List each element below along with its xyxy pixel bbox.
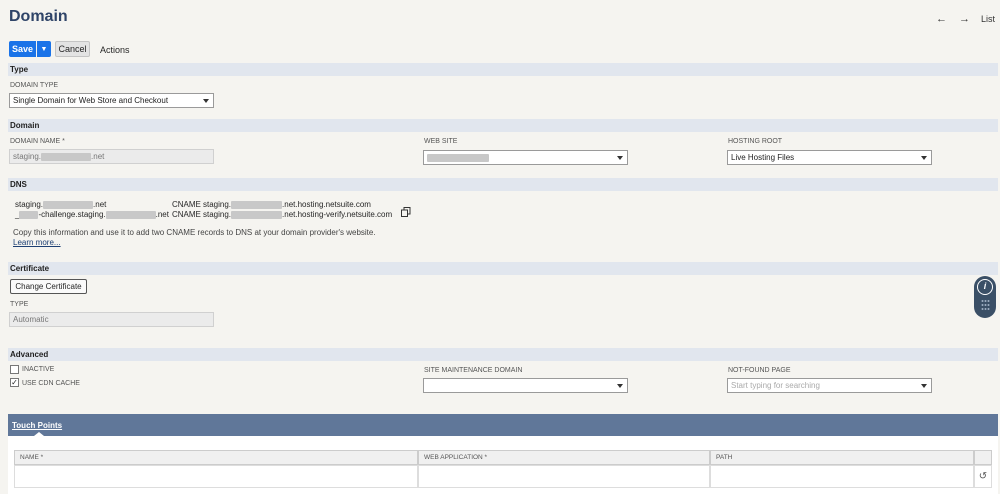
redacted-text — [105, 210, 156, 219]
dns-host-prefix: staging. — [15, 200, 44, 209]
site-maintenance-domain-select[interactable] — [423, 378, 628, 393]
learn-more-link[interactable]: Learn more... — [13, 238, 61, 247]
redacted-text — [19, 210, 39, 219]
table-cell-path[interactable] — [710, 465, 974, 488]
section-header-dns: DNS — [8, 178, 998, 191]
domain-name-label: DOMAIN NAME * — [10, 138, 65, 145]
column-header-path: PATH — [710, 450, 974, 465]
section-header-type: Type — [8, 63, 998, 76]
certificate-type-label: TYPE — [10, 301, 29, 308]
domain-type-select[interactable]: Single Domain for Web Store and Checkout — [9, 93, 214, 108]
redacted-text — [231, 210, 283, 219]
web-site-label: WEB SITE — [424, 138, 458, 145]
use-cdn-cache-checkbox[interactable]: ✓ — [10, 378, 19, 387]
cancel-button[interactable]: Cancel — [55, 41, 90, 57]
dropdown-caret-icon — [921, 384, 927, 388]
dns-target-prefix: staging. — [203, 200, 232, 209]
dropdown-caret-icon — [921, 156, 927, 160]
dns-row2-target: staging. .net.hosting-verify.netsuite.com — [203, 210, 392, 219]
dropdown-caret-icon — [617, 156, 623, 160]
not-found-page-select[interactable]: Start typing for searching — [727, 378, 932, 393]
domain-name-prefix: staging. — [13, 152, 42, 161]
caret-down-icon: ▼ — [40, 45, 48, 53]
hosting-root-label: HOSTING ROOT — [728, 138, 783, 145]
checkmark-icon: ✓ — [11, 377, 18, 387]
dns-target-prefix: staging. — [203, 210, 232, 219]
dns-host-suffix: .net — [93, 200, 107, 209]
page-title: Domain — [9, 8, 68, 25]
save-options-dropdown-button[interactable]: ▼ — [37, 41, 51, 57]
section-header-advanced: Advanced — [8, 348, 998, 361]
table-cell-name[interactable] — [14, 465, 418, 488]
actions-menu[interactable]: Actions — [100, 45, 130, 55]
certificate-type-field: Automatic — [9, 312, 214, 327]
copy-icon[interactable] — [401, 204, 411, 222]
dropdown-caret-icon — [203, 99, 209, 103]
dns-target-suffix: .net.hosting.netsuite.com — [282, 200, 371, 209]
previous-record-arrow-icon[interactable]: ← — [936, 13, 947, 25]
info-icon[interactable]: i — [977, 279, 993, 295]
domain-type-label: DOMAIN TYPE — [10, 82, 59, 89]
domain-name-field: staging. .net — [9, 149, 214, 164]
dropdown-caret-icon — [617, 384, 623, 388]
web-site-select[interactable] — [423, 150, 628, 165]
inactive-checkbox[interactable] — [10, 365, 19, 374]
grip-dots-icon[interactable] — [981, 299, 990, 313]
inactive-label: INACTIVE — [22, 366, 55, 373]
section-header-domain: Domain — [8, 119, 998, 132]
redacted-text — [231, 200, 283, 209]
undo-icon[interactable]: ↺ — [974, 465, 992, 488]
column-header-web-application: WEB APPLICATION * — [418, 450, 710, 465]
redacted-text — [427, 153, 489, 162]
site-maintenance-domain-label: SITE MAINTENANCE DOMAIN — [424, 367, 523, 374]
use-cdn-cache-label: USE CDN CACHE — [22, 380, 80, 387]
section-header-certificate: Certificate — [8, 262, 998, 275]
dns-row1-type: CNAME — [172, 200, 201, 209]
dns-row1-target: staging. .net.hosting.netsuite.com — [203, 200, 371, 209]
hosting-root-value: Live Hosting Files — [731, 153, 795, 162]
dns-row2-host: _ -challenge.staging. .net — [15, 210, 169, 219]
hosting-root-select[interactable]: Live Hosting Files — [727, 150, 932, 165]
column-header-actions — [974, 450, 992, 465]
list-link[interactable]: List — [981, 14, 995, 24]
help-widget[interactable]: i — [974, 276, 996, 318]
tab-touch-points[interactable]: Touch Points — [12, 421, 62, 430]
dns-row1-host: staging. .net — [15, 200, 106, 209]
dns-host-suffix: .net — [155, 210, 169, 219]
dns-row2-type: CNAME — [172, 210, 201, 219]
next-record-arrow-icon[interactable]: → — [959, 13, 970, 25]
not-found-page-placeholder: Start typing for searching — [731, 381, 820, 390]
redacted-text — [43, 200, 94, 209]
dns-host-mid: -challenge.staging. — [38, 210, 106, 219]
column-header-name: NAME * — [14, 450, 418, 465]
table-cell-web-application[interactable] — [418, 465, 710, 488]
redacted-text — [41, 152, 92, 161]
dns-info-text: Copy this information and use it to add … — [13, 228, 376, 237]
save-button[interactable]: Save — [9, 41, 36, 57]
not-found-page-label: NOT-FOUND PAGE — [728, 367, 791, 374]
touch-points-subtab-bar: Touch Points — [8, 414, 998, 436]
domain-type-value: Single Domain for Web Store and Checkout — [13, 96, 169, 105]
change-certificate-button[interactable]: Change Certificate — [10, 279, 87, 294]
domain-name-suffix: .net — [91, 152, 105, 161]
dns-target-suffix: .net.hosting-verify.netsuite.com — [282, 210, 393, 219]
